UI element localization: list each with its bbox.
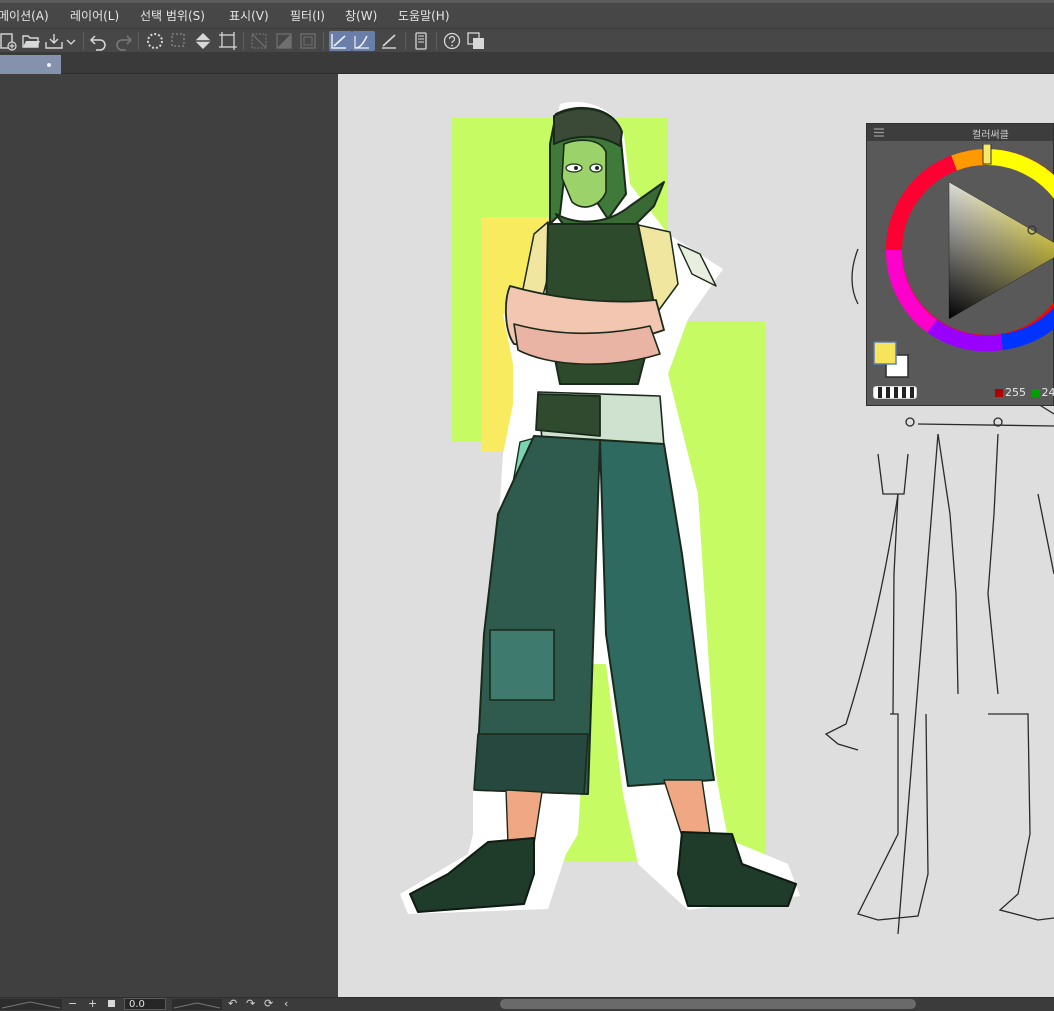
color-circle-palette[interactable]: 컬러써클 255 245 bbox=[866, 123, 1054, 406]
color-wheel[interactable] bbox=[872, 144, 1054, 384]
snap-grid-icon[interactable] bbox=[298, 31, 318, 51]
command-bar bbox=[0, 29, 1054, 53]
green-value: 245 bbox=[1041, 386, 1054, 399]
zoom-out-button[interactable]: − bbox=[68, 998, 77, 1010]
status-bar: − + 0.0 ↶ ↷ ⟳ ‹ bbox=[0, 997, 1054, 1011]
snap-special-ruler-icon[interactable] bbox=[329, 31, 352, 51]
redo-icon[interactable] bbox=[113, 31, 133, 51]
transform-icon[interactable] bbox=[218, 31, 238, 51]
menu-filter[interactable]: 필터(I) bbox=[290, 7, 325, 24]
rotation-slider[interactable] bbox=[172, 999, 222, 1010]
separator bbox=[243, 32, 244, 50]
cargo-pocket bbox=[489, 629, 555, 701]
help-icon[interactable] bbox=[442, 31, 462, 51]
separator bbox=[138, 32, 139, 50]
hide-selection-icon[interactable] bbox=[249, 31, 269, 51]
left-panel bbox=[0, 74, 338, 997]
rotate-left-icon[interactable]: ↶ bbox=[228, 998, 237, 1010]
separator bbox=[323, 32, 324, 50]
rotate-right-icon[interactable]: ↷ bbox=[246, 998, 255, 1010]
palette-title-bar[interactable]: 컬러써클 bbox=[867, 124, 1053, 141]
device-icon[interactable] bbox=[411, 31, 431, 51]
window-top-edge bbox=[0, 0, 1054, 3]
unsaved-dot-icon bbox=[47, 63, 51, 67]
open-folder-icon[interactable] bbox=[21, 31, 41, 51]
pen-stabilization-icon[interactable] bbox=[352, 31, 375, 51]
save-icon[interactable] bbox=[44, 31, 64, 51]
palette-title: 컬러써클 bbox=[972, 130, 1009, 141]
menu-help[interactable]: 도움말(H) bbox=[398, 7, 450, 24]
clear-icon[interactable] bbox=[145, 31, 165, 51]
menu-bar: 메이션(A) 레이어(L) 선택 범위(S) 표시(V) 필터(I) 창(W) … bbox=[0, 0, 1054, 29]
separator bbox=[83, 32, 84, 50]
menu-selection[interactable]: 선택 범위(S) bbox=[140, 7, 205, 24]
reset-rotation-icon[interactable]: ⟳ bbox=[264, 998, 273, 1010]
select-icon[interactable] bbox=[169, 31, 189, 51]
navigator-thumbnail-icon[interactable] bbox=[0, 999, 62, 1010]
fill-icon[interactable] bbox=[193, 31, 213, 51]
rgb-readout: 255 245 bbox=[995, 386, 1054, 399]
document-tab[interactable] bbox=[0, 55, 61, 74]
green-channel-icon bbox=[1031, 389, 1040, 397]
separator bbox=[405, 32, 406, 50]
undo-icon[interactable] bbox=[89, 31, 109, 51]
overlay-icon[interactable] bbox=[466, 31, 486, 51]
transparent-color-button[interactable] bbox=[873, 386, 917, 399]
ruler-angle-icon[interactable] bbox=[379, 31, 399, 51]
zoom-value-field[interactable]: 0.0 bbox=[124, 998, 166, 1010]
new-file-icon[interactable] bbox=[0, 31, 20, 51]
menu-animation[interactable]: 메이션(A) bbox=[0, 7, 49, 24]
menu-view[interactable]: 표시(V) bbox=[229, 7, 269, 24]
red-channel-icon bbox=[995, 389, 1003, 397]
red-value: 255 bbox=[1005, 386, 1026, 399]
zoom-in-button[interactable]: + bbox=[88, 998, 97, 1010]
menu-layer[interactable]: 레이어(L) bbox=[70, 7, 119, 24]
fit-screen-icon[interactable] bbox=[108, 1000, 115, 1007]
palette-menu-icon[interactable] bbox=[874, 128, 884, 137]
chevron-down-icon[interactable] bbox=[64, 31, 78, 51]
menu-window[interactable]: 창(W) bbox=[345, 7, 377, 24]
hue-marker bbox=[982, 144, 992, 165]
document-tab-bar bbox=[0, 53, 1054, 74]
snap-ruler-icon[interactable] bbox=[274, 31, 294, 51]
horizontal-scrollbar[interactable] bbox=[500, 999, 916, 1009]
separator bbox=[436, 32, 437, 50]
flip-icon[interactable]: ‹ bbox=[284, 998, 288, 1010]
